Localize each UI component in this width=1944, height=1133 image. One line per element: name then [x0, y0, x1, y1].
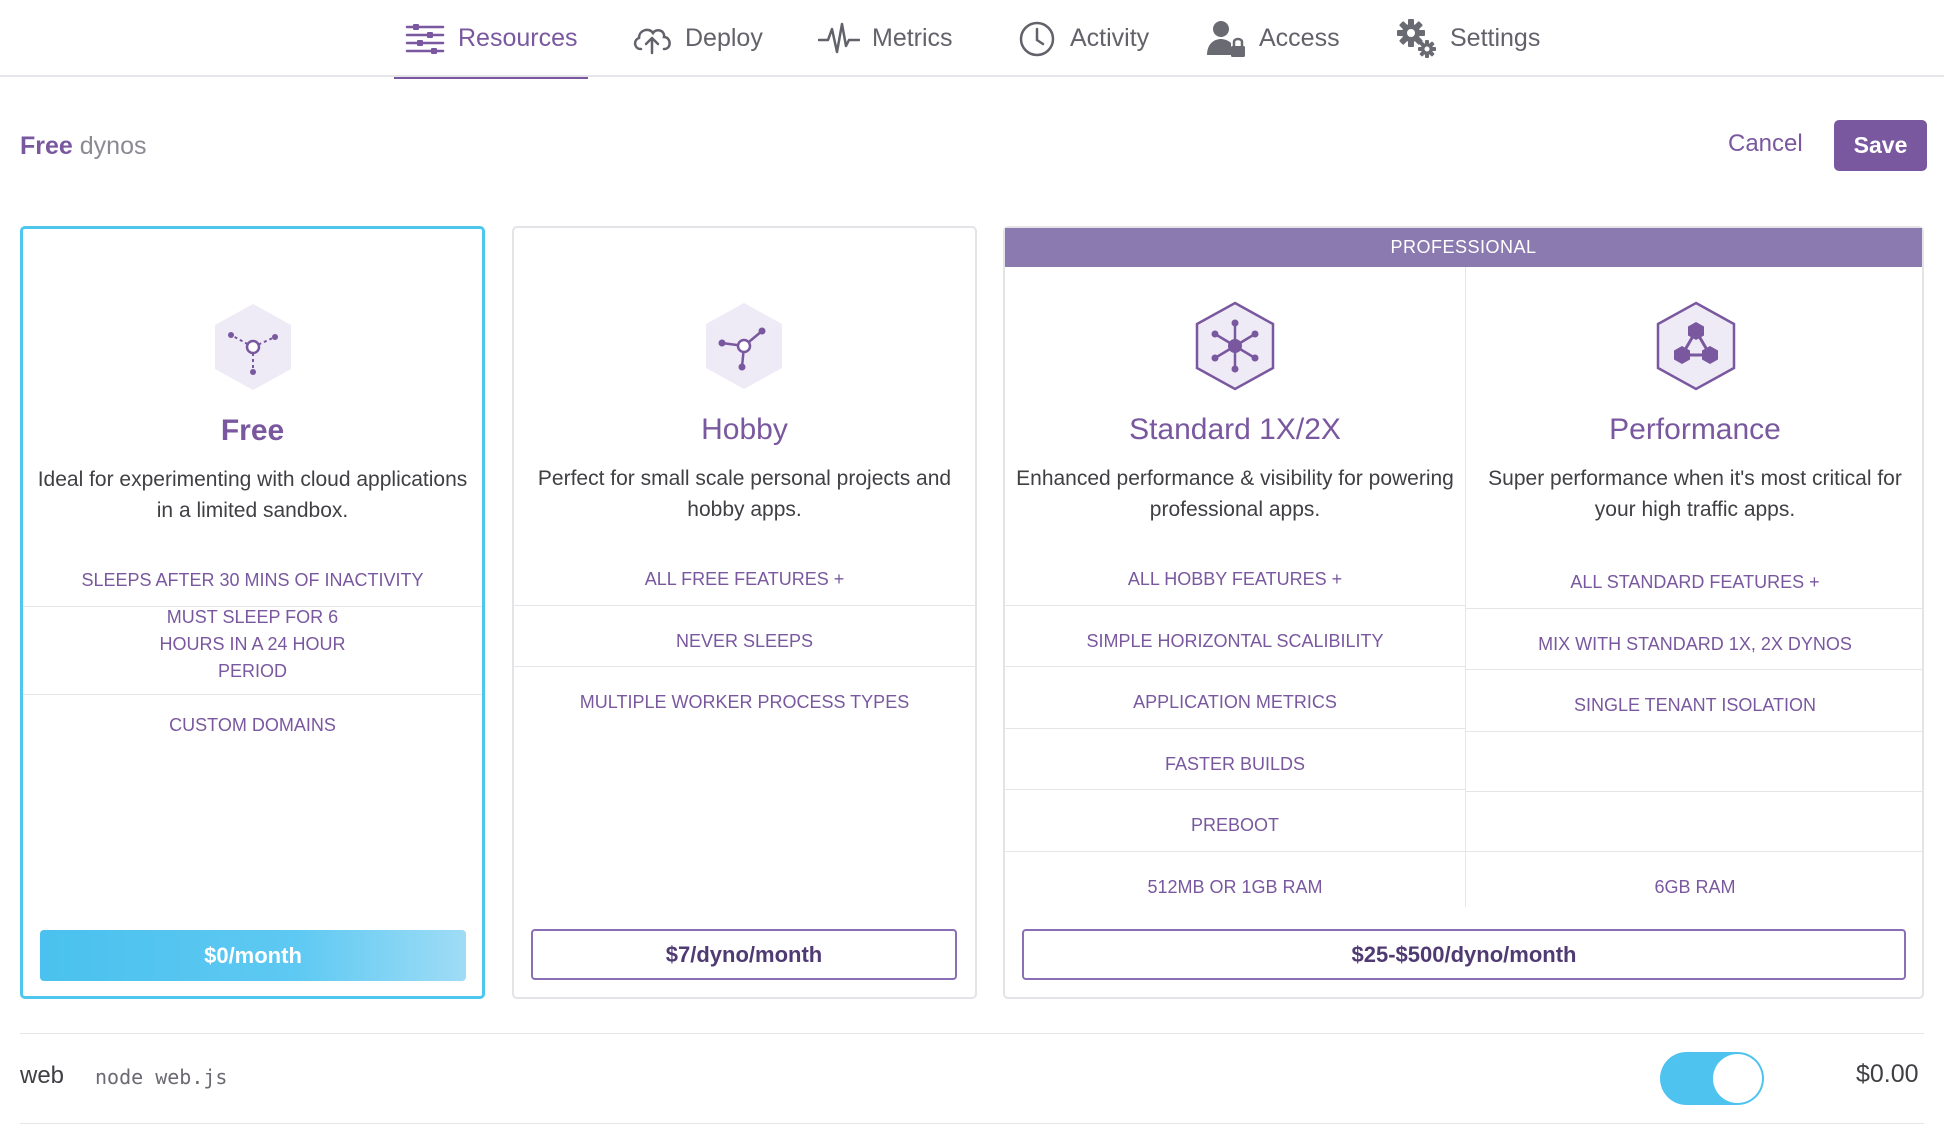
title-strong: Free: [20, 132, 73, 160]
plan-feature: 6GB RAM: [1654, 876, 1736, 897]
row-divider-top: [20, 1033, 1924, 1034]
free-dyno-icon: [215, 304, 291, 390]
plan-name: Standard 1X/2X: [1129, 413, 1341, 446]
divider: [1466, 731, 1924, 732]
cancel-button[interactable]: Cancel: [1728, 130, 1803, 158]
user-lock-icon: [1205, 18, 1247, 60]
top-nav: Resources Deploy Metrics Activity Access…: [0, 0, 1944, 79]
performance-dyno-icon: [1656, 301, 1736, 391]
tab-label: Resources: [458, 24, 578, 52]
plan-feature: ALL STANDARD FEATURES +: [1570, 571, 1820, 592]
tab-label: Access: [1259, 24, 1340, 52]
divider: [514, 666, 975, 667]
pulse-icon: [818, 18, 860, 60]
plan-description: Enhanced performance & visibility for po…: [1016, 467, 1454, 521]
price-hobby[interactable]: $7/dyno/month: [531, 929, 957, 980]
standard-dyno-icon: [1195, 301, 1275, 391]
tab-metrics[interactable]: Metrics: [814, 0, 957, 77]
divider: [1466, 851, 1924, 852]
price-free[interactable]: $0/month: [40, 930, 466, 981]
tab-label: Activity: [1070, 24, 1150, 52]
plan-feature: MIX WITH STANDARD 1X, 2X DYNOS: [1538, 633, 1852, 654]
plan-feature: MUST SLEEP FOR 6 HOURS IN A 24 HOUR PERI…: [159, 606, 346, 681]
divider: [1466, 791, 1924, 792]
tab-label: Metrics: [872, 24, 953, 52]
plan-description: Ideal for experimenting with cloud appli…: [37, 468, 468, 522]
resources-icon: [404, 18, 446, 60]
divider: [1005, 666, 1465, 667]
plan-column-performance[interactable]: Performance Super performance when it's …: [1466, 228, 1924, 908]
plan-name: Free: [220, 414, 285, 447]
divider: [23, 694, 482, 695]
tab-label: Deploy: [685, 24, 763, 52]
hobby-dyno-icon: [706, 303, 782, 389]
divider: [1005, 605, 1465, 606]
plan-feature: NEVER SLEEPS: [675, 630, 814, 651]
plan-description: Perfect for small scale personal project…: [537, 467, 952, 521]
tab-deploy[interactable]: Deploy: [627, 0, 767, 77]
plan-name: Performance: [1609, 413, 1781, 446]
divider: [1005, 728, 1465, 729]
plan-card-hobby[interactable]: Hobby Perfect for small scale personal p…: [512, 226, 977, 999]
tab-resources[interactable]: Resources: [394, 0, 587, 79]
price-professional[interactable]: $25-$500/dyno/month: [1022, 929, 1906, 980]
plan-card-professional[interactable]: PROFESSIONAL Standard 1X/2X Enhanced per…: [1003, 226, 1924, 999]
tab-label: Settings: [1450, 24, 1541, 52]
plan-feature: SLEEPS AFTER 30 MINS OF INACTIVITY: [81, 569, 424, 590]
clock-icon: [1016, 18, 1058, 60]
plan-card-free[interactable]: Free Ideal for experimenting with cloud …: [20, 226, 485, 999]
row-divider-bottom: [20, 1123, 1924, 1124]
plan-feature: SIMPLE HORIZONTAL SCALIBILITY: [1086, 630, 1384, 651]
plan-description: Super performance when it's most critica…: [1488, 467, 1902, 521]
tab-settings[interactable]: Settings: [1392, 0, 1544, 77]
plan-feature: ALL HOBBY FEATURES +: [1127, 568, 1343, 589]
process-command: node web.js: [95, 1065, 228, 1089]
tab-activity[interactable]: Activity: [1012, 0, 1153, 77]
plan-feature: APPLICATION METRICS: [1133, 691, 1337, 712]
tab-access[interactable]: Access: [1201, 0, 1344, 77]
plan-feature: ALL FREE FEATURES +: [644, 568, 845, 589]
divider: [1466, 669, 1924, 670]
process-cost: $0.00: [1856, 1060, 1919, 1088]
divider: [1005, 789, 1465, 790]
plan-feature: CUSTOM DOMAINS: [169, 714, 336, 735]
title-light: dynos: [79, 132, 147, 160]
divider: [514, 605, 975, 606]
plan-feature: PREBOOT: [1190, 814, 1279, 835]
toggle-knob: [1713, 1054, 1762, 1103]
plan-feature: SINGLE TENANT ISOLATION: [1573, 694, 1817, 715]
plan-feature: 512MB OR 1GB RAM: [1147, 876, 1323, 897]
process-toggle[interactable]: [1660, 1052, 1764, 1105]
plan-feature: MULTIPLE WORKER PROCESS TYPES: [579, 691, 910, 712]
divider: [1466, 608, 1924, 609]
plan-name: Hobby: [701, 413, 788, 446]
process-name: web: [20, 1062, 65, 1089]
divider: [1005, 851, 1465, 852]
plan-column-standard[interactable]: Standard 1X/2X Enhanced performance & vi…: [1005, 228, 1465, 908]
plan-feature: FASTER BUILDS: [1164, 753, 1306, 774]
page-title: Free dynos: [20, 132, 146, 161]
cloud-upload-icon: [631, 18, 673, 60]
save-button[interactable]: Save: [1834, 120, 1927, 171]
gears-icon: [1396, 18, 1438, 60]
